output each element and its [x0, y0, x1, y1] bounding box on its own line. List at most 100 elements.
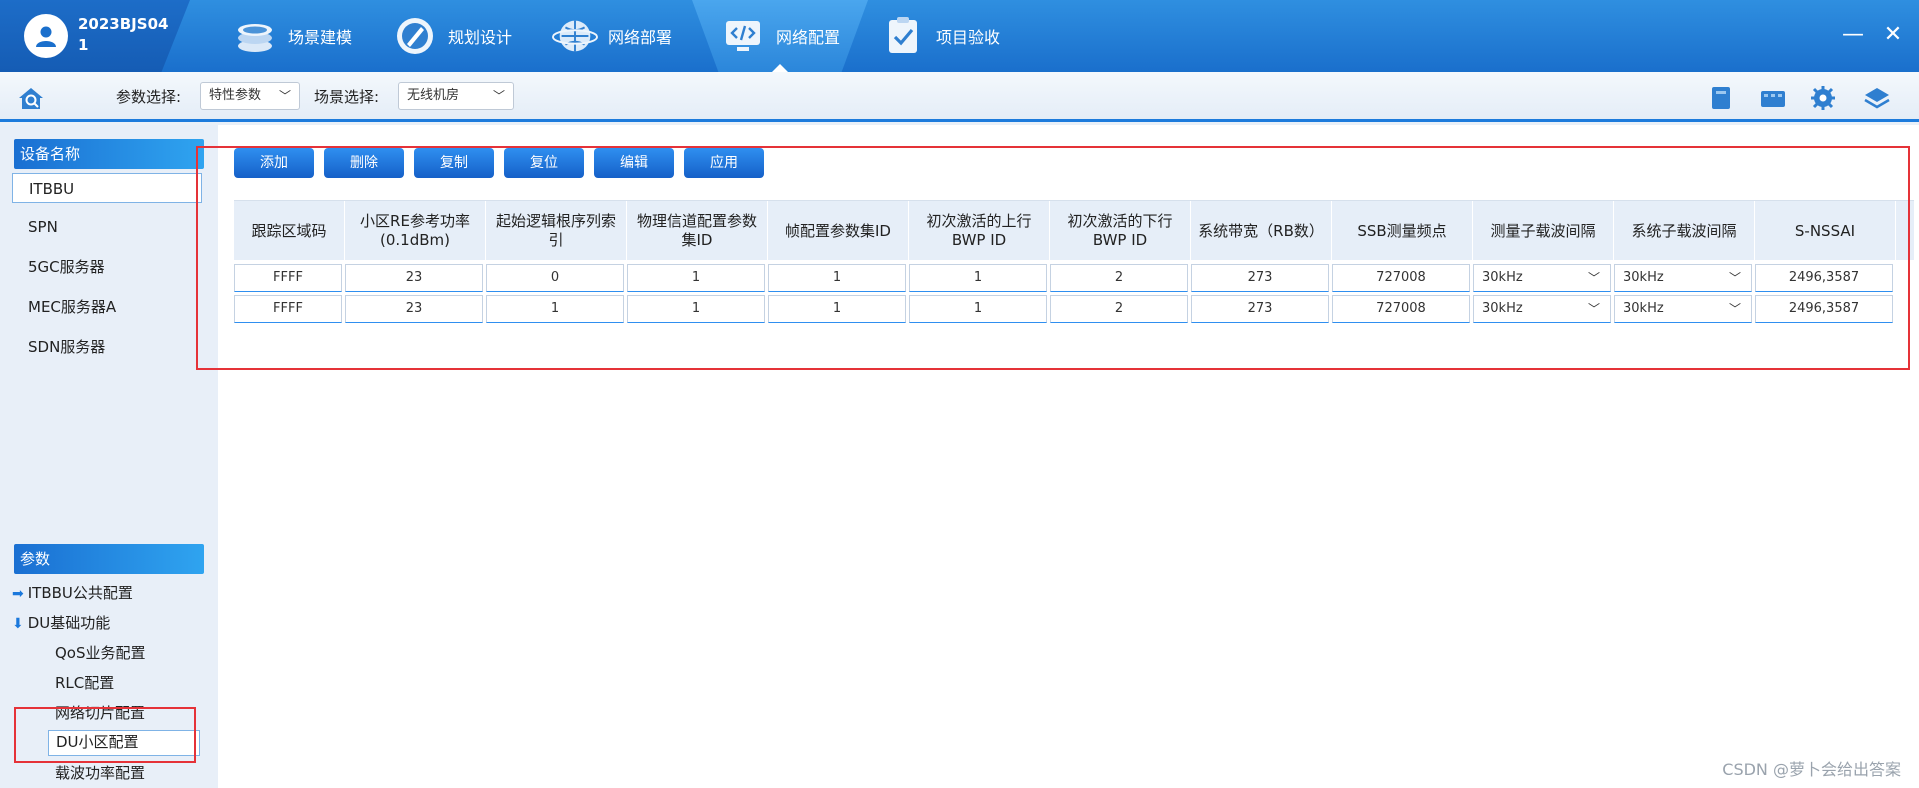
film-icon[interactable] [1758, 84, 1788, 112]
chevron-down-icon: ﹀ [1587, 302, 1600, 316]
param-tree-du-basic[interactable]: ⬇ DU基础功能 [12, 612, 110, 635]
close-button[interactable]: ✕ [1878, 20, 1908, 50]
cell-root-seq-index[interactable]: 1 [486, 295, 624, 323]
cell-ul-bwp-id[interactable]: 1 [909, 264, 1047, 292]
main-content: 添加 删除 复制 复位 编辑 应用 跟踪区域码 小区RE参考功率(0.1dBm)… [218, 125, 1919, 788]
tab-label: 规划设计 [448, 28, 513, 47]
col-header-dl-bwp-id: 初次激活的下行BWP ID [1050, 201, 1191, 261]
col-header-frame-config-id: 帧配置参数集ID [768, 201, 909, 261]
cell-phy-channel-id[interactable]: 1 [627, 264, 765, 292]
param-list-header: 参数 [14, 544, 204, 574]
reset-button[interactable]: 复位 [504, 148, 584, 178]
cell-sys-scs-select[interactable]: 30kHz ﹀ [1614, 264, 1752, 292]
home-search-icon[interactable] [16, 84, 46, 112]
select-value: 30kHz [1623, 301, 1664, 316]
cell-dl-bwp-id[interactable]: 2 [1050, 295, 1188, 323]
add-button[interactable]: 添加 [234, 148, 314, 178]
cell-bandwidth[interactable]: 273 [1191, 264, 1329, 292]
tab-network-config[interactable]: 网络配置 [720, 0, 840, 72]
param-tree-label: ITBBU公共配置 [27, 584, 133, 602]
cell-bandwidth[interactable]: 273 [1191, 295, 1329, 323]
col-header-ul-bwp-id: 初次激活的上行BWP ID [909, 201, 1050, 261]
tab-label: 场景建模 [288, 28, 353, 47]
cell-dl-bwp-id[interactable]: 2 [1050, 264, 1188, 292]
select-value: 30kHz [1482, 270, 1523, 285]
cell-s-nssai[interactable]: 2496,3587 [1755, 295, 1893, 323]
watermark: CSDN @萝卜会给出答案 [1722, 760, 1901, 779]
tab-scene-modeling[interactable]: 场景建模 [232, 0, 352, 72]
cell-ul-bwp-id[interactable]: 1 [909, 295, 1047, 323]
cell-phy-channel-id[interactable]: 1 [627, 295, 765, 323]
cell-frame-config-id[interactable]: 1 [768, 295, 906, 323]
device-item-spn[interactable]: SPN [12, 212, 202, 242]
cell-meas-scs-select[interactable]: 30kHz ﹀ [1473, 264, 1611, 292]
cell-ssb-freq[interactable]: 727008 [1332, 264, 1470, 292]
col-header-tac: 跟踪区域码 [234, 201, 345, 261]
param-select-value: 特性参数 [209, 88, 262, 103]
cell-ssb-freq[interactable]: 727008 [1332, 295, 1470, 323]
stack-layers-icon [232, 13, 278, 59]
col-header-re-power: 小区RE参考功率(0.1dBm) [345, 201, 486, 261]
toolbar: 参数选择: 特性参数 ﹀ 场景选择: 无线机房 ﹀ [0, 72, 1919, 122]
cell-frame-config-id[interactable]: 1 [768, 264, 906, 292]
scene-select[interactable]: 无线机房 ﹀ [398, 82, 514, 110]
param-select[interactable]: 特性参数 ﹀ [200, 82, 300, 110]
user-block: 2023BJS041 [0, 0, 190, 72]
left-panel: 设备名称 ITBBU SPN 5GC服务器 MEC服务器A SDN服务器 参数 … [0, 125, 218, 788]
chevron-down-icon: ﹀ [1728, 302, 1741, 316]
cell-root-seq-index[interactable]: 0 [486, 264, 624, 292]
select-value: 30kHz [1482, 301, 1523, 316]
checklist-icon [880, 13, 926, 59]
sub-param-qos[interactable]: QoS业务配置 [55, 642, 146, 664]
device-item-mec-server-a[interactable]: MEC服务器A [12, 292, 202, 322]
sub-param-carrier-power[interactable]: 载波功率配置 [55, 762, 145, 784]
layers-icon[interactable] [1862, 84, 1892, 112]
tab-project-acceptance[interactable]: 项目验收 [880, 0, 1000, 72]
document-icon[interactable] [1706, 84, 1736, 112]
col-header-meas-scs: 测量子载波间隔 [1473, 201, 1614, 261]
gear-icon[interactable] [1808, 84, 1838, 112]
copy-button[interactable]: 复制 [414, 148, 494, 178]
chevron-down-icon: ﹀ [278, 89, 291, 103]
cell-re-power[interactable]: 23 [345, 295, 483, 323]
edit-button[interactable]: 编辑 [594, 148, 674, 178]
avatar[interactable] [24, 14, 68, 58]
tab-label: 网络配置 [776, 28, 841, 47]
scene-select-label: 场景选择: [314, 88, 380, 106]
col-header-root-seq-index: 起始逻辑根序列索引 [486, 201, 627, 261]
user-icon [36, 26, 56, 47]
delete-button[interactable]: 删除 [324, 148, 404, 178]
cell-tac[interactable]: FFFF [234, 264, 342, 292]
sub-param-rlc[interactable]: RLC配置 [55, 672, 114, 694]
cell-sys-scs-select[interactable]: 30kHz ﹀ [1614, 295, 1752, 323]
device-item-sdn-server[interactable]: SDN服务器 [12, 332, 202, 362]
apply-button[interactable]: 应用 [684, 148, 764, 178]
tab-network-deploy[interactable]: 网络部署 [552, 0, 672, 72]
chevron-down-icon: ﹀ [1587, 271, 1600, 285]
param-tree-itbbu-common[interactable]: ➡ ITBBU公共配置 [12, 582, 133, 605]
device-item-5gc-server[interactable]: 5GC服务器 [12, 252, 202, 282]
sub-param-network-slice[interactable]: 网络切片配置 [55, 702, 145, 724]
device-item-itbbu[interactable]: ITBBU [12, 173, 202, 203]
globe-icon [552, 13, 598, 59]
cell-tac[interactable]: FFFF [234, 295, 342, 323]
col-header-ssb-freq: SSB测量频点 [1332, 201, 1473, 261]
chevron-down-icon: ﹀ [1728, 271, 1741, 285]
table-row: FFFF 23 0 1 1 1 2 273 727008 30kHz ﹀ 30k… [234, 264, 1914, 292]
cell-s-nssai[interactable]: 2496,3587 [1755, 264, 1893, 292]
col-header-bandwidth: 系统带宽（RB数） [1191, 201, 1332, 261]
compass-pencil-icon [392, 13, 438, 59]
tab-label: 项目验收 [936, 28, 1001, 47]
cell-re-power[interactable]: 23 [345, 264, 483, 292]
title-bar: 2023BJS041 场景建模 规划设计 网络部署 网络配置 项目验收 — ✕ [0, 0, 1919, 72]
cell-meas-scs-select[interactable]: 30kHz ﹀ [1473, 295, 1611, 323]
code-monitor-icon [720, 13, 766, 59]
device-list-header: 设备名称 [14, 139, 204, 169]
scene-select-value: 无线机房 [407, 88, 460, 103]
chevron-down-icon: ﹀ [492, 89, 505, 103]
expand-arrow-right-icon: ➡ [12, 586, 24, 602]
select-value: 30kHz [1623, 270, 1664, 285]
sub-param-du-cell[interactable]: DU小区配置 [48, 730, 200, 756]
minimize-button[interactable]: — [1838, 20, 1868, 50]
tab-planning-design[interactable]: 规划设计 [392, 0, 512, 72]
